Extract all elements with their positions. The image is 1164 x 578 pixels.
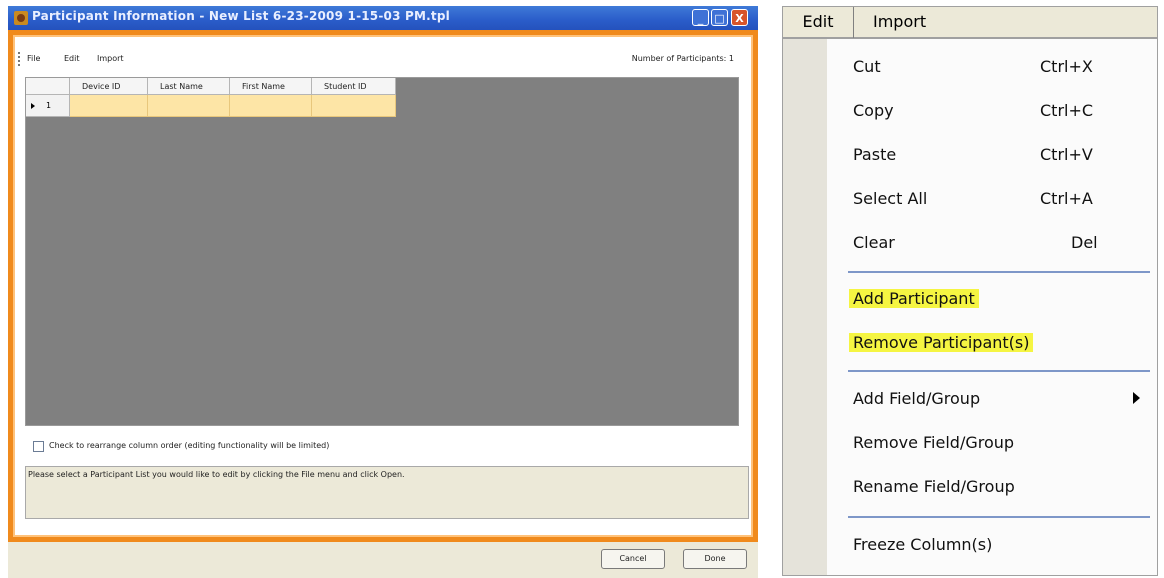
menu-item-add-participant[interactable]: Add Participant <box>849 289 979 308</box>
shortcut-paste: Ctrl+V <box>1040 145 1093 164</box>
inner-menu-bar: File Edit Import Number of Participants:… <box>18 48 738 72</box>
grid-corner <box>26 78 70 95</box>
menu-separator <box>848 271 1150 273</box>
add-participant-label: Add Participant <box>849 289 979 308</box>
menu-item-freeze-columns[interactable]: Freeze Column(s) <box>853 535 992 554</box>
cell-first-name[interactable] <box>230 95 312 117</box>
menu-separator <box>848 516 1150 518</box>
menu-item-rename-field-group[interactable]: Rename Field/Group <box>853 477 1015 496</box>
column-header-student-id[interactable]: Student ID <box>312 78 396 95</box>
menu-separator <box>848 370 1150 372</box>
menu-item-clear[interactable]: Clear <box>853 233 895 252</box>
cell-student-id[interactable] <box>312 95 396 117</box>
status-message-box: Please select a Participant List you wou… <box>25 466 749 519</box>
menu-item-remove-field-group[interactable]: Remove Field/Group <box>853 433 1014 452</box>
window-title: Participant Information - New List 6-23-… <box>32 9 450 23</box>
cell-device-id[interactable] <box>70 95 148 117</box>
menu-item-select-all[interactable]: Select All <box>853 189 927 208</box>
menu-icon-strip <box>783 39 827 575</box>
menubar-edit[interactable]: Edit <box>783 7 854 39</box>
row-number: 1 <box>46 101 52 110</box>
shortcut-cut: Ctrl+X <box>1040 57 1093 76</box>
menu-item-paste[interactable]: Paste <box>853 145 896 164</box>
submenu-arrow-icon <box>1133 392 1140 404</box>
edit-menu-bar: Edit Import <box>782 6 1158 39</box>
maximize-button[interactable]: □ <box>711 9 728 26</box>
done-button[interactable]: Done <box>683 549 747 569</box>
toolbar-grip-icon[interactable] <box>18 52 23 66</box>
column-header-device-id[interactable]: Device ID <box>70 78 148 95</box>
minimize-button[interactable]: _ <box>692 9 709 26</box>
title-bar[interactable]: Participant Information - New List 6-23-… <box>8 6 758 30</box>
row-header[interactable]: 1 <box>26 95 70 117</box>
remove-participants-label: Remove Participant(s) <box>849 333 1034 352</box>
current-row-arrow-icon <box>31 103 35 109</box>
app-icon <box>14 11 28 25</box>
shortcut-copy: Ctrl+C <box>1040 101 1094 120</box>
close-button[interactable]: X <box>731 9 748 26</box>
menu-file[interactable]: File <box>27 54 40 63</box>
menu-edit[interactable]: Edit <box>64 54 80 63</box>
menubar-import[interactable]: Import <box>873 7 926 37</box>
menu-item-remove-participants[interactable]: Remove Participant(s) <box>849 333 1034 352</box>
participant-count: Number of Participants: 1 <box>631 54 734 63</box>
cancel-button[interactable]: Cancel <box>601 549 665 569</box>
menu-item-copy[interactable]: Copy <box>853 101 894 120</box>
cell-last-name[interactable] <box>148 95 230 117</box>
menu-item-cut[interactable]: Cut <box>853 57 881 76</box>
menu-item-add-field-group[interactable]: Add Field/Group <box>853 389 980 408</box>
participant-grid[interactable]: Device ID Last Name First Name Student I… <box>25 77 739 426</box>
column-header-first-name[interactable]: First Name <box>230 78 312 95</box>
rearrange-columns-label: Check to rearrange column order (editing… <box>49 441 330 450</box>
menu-import[interactable]: Import <box>97 54 124 63</box>
shortcut-select-all: Ctrl+A <box>1040 189 1093 208</box>
rearrange-columns-checkbox[interactable] <box>33 441 44 452</box>
column-header-last-name[interactable]: Last Name <box>148 78 230 95</box>
shortcut-clear: Del <box>1071 233 1098 252</box>
